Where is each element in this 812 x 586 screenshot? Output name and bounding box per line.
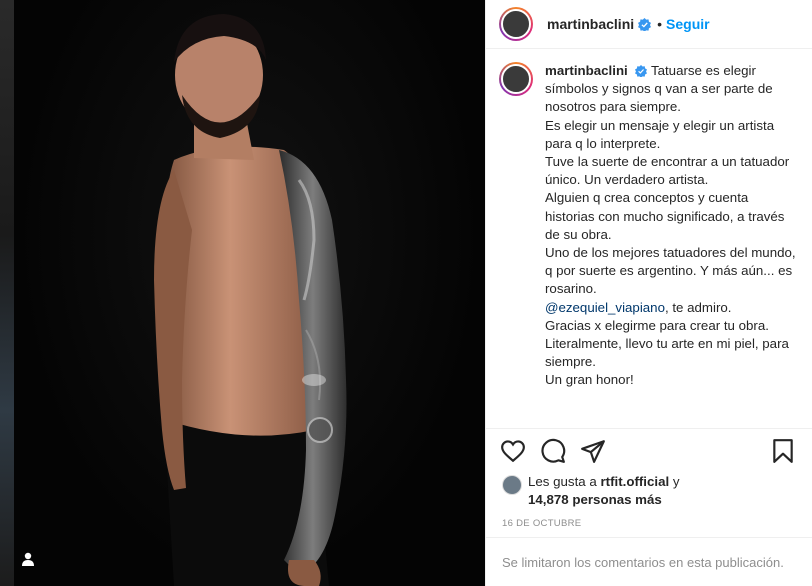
comments-divider	[486, 537, 812, 538]
liker-avatar[interactable]	[502, 475, 522, 495]
likes-summary: Les gusta a rtfit.official y 14,878 pers…	[502, 473, 802, 509]
caption-line: Es elegir un mensaje y elegir un artista…	[545, 117, 775, 151]
paper-plane-icon	[581, 440, 605, 463]
post-photo-illustration	[154, 14, 347, 586]
comment-bubble-icon	[541, 438, 566, 463]
caption-mention-link[interactable]: @ezequiel_viapiano	[545, 300, 665, 315]
caption-line: Gracias x elegirme para crear tu obra.	[545, 317, 769, 333]
caption-line: Un gran honor!	[545, 372, 634, 388]
caption-author-avatar[interactable]	[499, 62, 533, 96]
post-date[interactable]: 16 DE OCTUBRE	[502, 518, 581, 529]
caption-line: Uno de los mejores tatuadores del mundo,…	[545, 245, 796, 297]
caption-line: Alguien q crea conceptos y cuenta histor…	[545, 190, 785, 242]
comments-limited-notice: Se limitaron los comentarios en esta pub…	[502, 555, 784, 570]
verified-badge-icon	[638, 17, 652, 31]
author-username[interactable]: martinbaclini	[547, 16, 634, 32]
caption-line: Tuve la suerte de encontrar a un tatuado…	[545, 154, 790, 188]
caption-username[interactable]: martinbaclini	[545, 63, 628, 78]
like-button[interactable]	[500, 438, 528, 466]
user-tag-icon	[22, 552, 34, 566]
likes-count-link[interactable]: 14,878 personas más	[528, 492, 662, 507]
likes-middle: y	[672, 474, 680, 489]
backdrop-left-edge	[0, 0, 14, 586]
caption-mention-suffix: , te admiro.	[664, 299, 732, 315]
caption-block: martinbaclini Tatuarse es elegir símbolo…	[499, 62, 804, 390]
caption-text: martinbaclini Tatuarse es elegir símbolo…	[545, 62, 800, 390]
follow-button[interactable]: Seguir	[666, 16, 710, 32]
verified-badge-icon	[635, 65, 648, 78]
post-photo[interactable]	[14, 0, 485, 586]
liker-username[interactable]: rtfit.official	[600, 474, 669, 489]
save-button[interactable]	[770, 438, 798, 466]
actions-divider	[486, 428, 812, 429]
author-avatar[interactable]	[499, 7, 533, 41]
share-button[interactable]	[580, 438, 608, 466]
bookmark-icon	[773, 439, 793, 463]
heart-icon	[501, 440, 525, 463]
action-bar	[500, 438, 798, 468]
header-separator: •	[657, 16, 663, 32]
comment-button[interactable]	[540, 438, 568, 466]
caption-line: Literalmente, llevo tu arte en mi piel, …	[545, 336, 789, 370]
post-side-panel: martinbaclini • Seguir martinbaclini Tat…	[485, 0, 812, 586]
post-header: martinbaclini • Seguir	[486, 0, 812, 49]
user-tag-button[interactable]	[20, 551, 50, 579]
likes-prefix: Les gusta a	[528, 474, 597, 489]
